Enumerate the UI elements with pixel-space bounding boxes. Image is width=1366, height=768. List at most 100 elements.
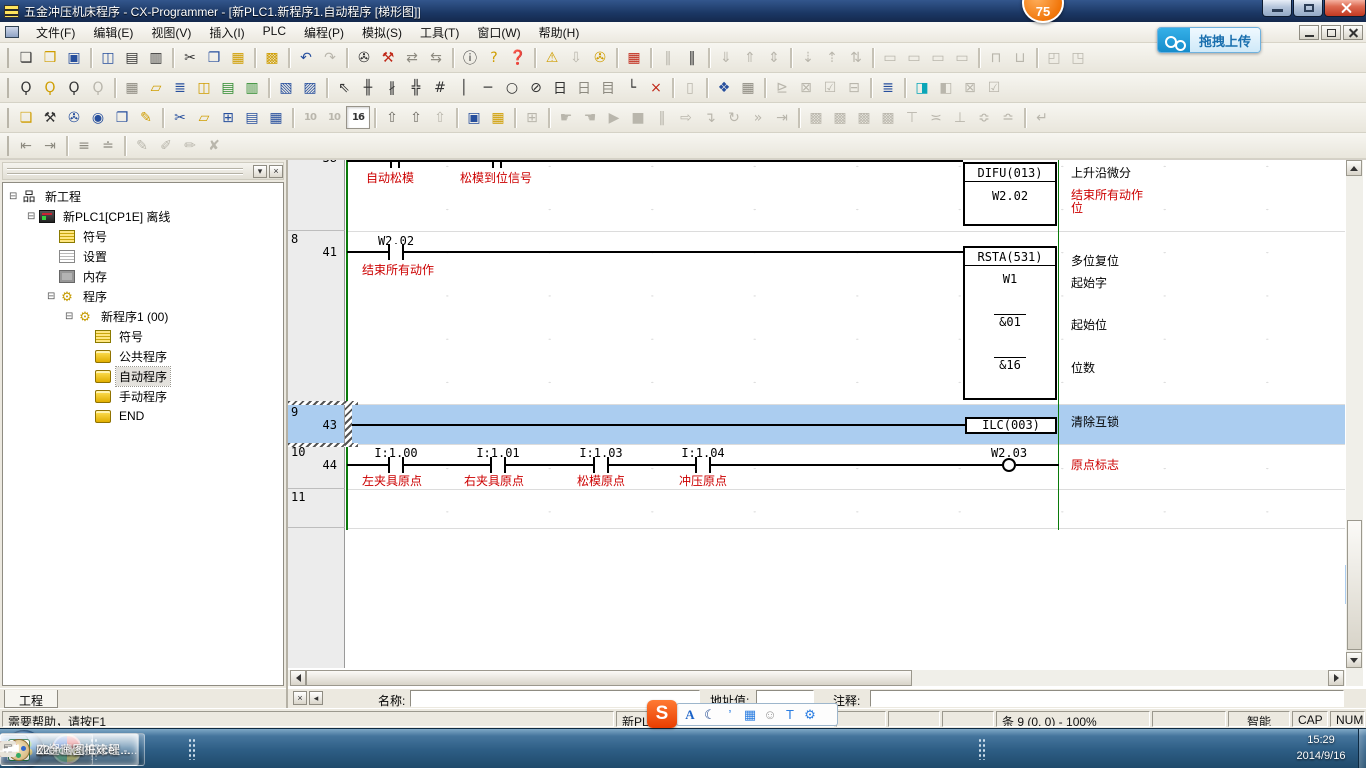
align-bottom-icon[interactable]: ⊥ [948,106,972,129]
mdi-close-button[interactable] [1343,25,1363,40]
instruction-invert-icon[interactable]: 日 [572,76,596,99]
delete-line-icon[interactable]: × [644,76,668,99]
signed-decimal-icon[interactable]: 10 [322,106,346,129]
block-operand[interactable]: W2.02 [965,189,1055,203]
sim-step-in-icon[interactable]: ↴ [698,106,722,129]
online-compile-icon[interactable]: ⇩ [564,46,588,69]
menu-insert[interactable]: 插入(I) [200,21,253,44]
grid-icon[interactable]: ▦ [120,76,144,99]
address-comment-icon[interactable]: ▱ [192,106,216,129]
online-edit-icon[interactable]: ◰ [1042,46,1066,69]
return-icon[interactable]: ↵ [1030,106,1054,129]
transfer-settings-icon[interactable]: ⊞ [520,106,544,129]
decimal-display-icon[interactable]: 10 [298,106,322,129]
project-window-icon[interactable]: ❏ [14,106,38,129]
tree-item-memory[interactable]: 内存 [3,266,283,286]
close-button[interactable] [1324,0,1366,17]
watch-window-icon[interactable]: ◨ [910,76,934,99]
context-help-icon[interactable]: ❓ [506,46,530,69]
watch-build-icon[interactable]: ✇ [62,106,86,129]
cut-icon[interactable]: ✂ [178,46,202,69]
contact-no[interactable] [388,457,404,473]
rung-list-icon[interactable]: ≣ [168,76,192,99]
instruction-icon[interactable]: 日 [548,76,572,99]
ime-tools-icon[interactable]: ⚙ [801,706,819,724]
minimize-button[interactable] [1262,0,1292,17]
tree-expander-icon[interactable]: ⊟ [47,291,59,302]
monitor-window-icon[interactable]: ▦ [264,106,288,129]
distribute-v-icon[interactable]: ≎ [972,106,996,129]
tree-expander-icon[interactable]: ⊟ [9,191,21,202]
zoom-in-icon[interactable]: Ϙ [62,76,86,99]
sim-to-break-icon[interactable]: ⇥ [770,106,794,129]
print-preview-icon[interactable]: ▥ [144,46,168,69]
tray-separator[interactable] [978,738,986,760]
find-address-icon[interactable]: ⇄ [400,46,424,69]
or-contact-nc-icon[interactable]: # [428,76,452,99]
drag-upload-button[interactable]: 拖拽上传 [1157,27,1261,53]
instruction-block-ilc[interactable]: ILC(003) [965,417,1057,434]
mdi-restore-button[interactable] [1321,25,1341,40]
rung-wrap-icon[interactable]: ▤ [240,106,264,129]
align-top-icon[interactable]: ⊤ [900,106,924,129]
menu-tools[interactable]: 工具(T) [411,21,468,44]
save-file-icon[interactable]: ▣ [62,46,86,69]
show-desktop-button[interactable] [1358,729,1366,768]
toolbar-grip[interactable] [7,108,10,128]
rung-margin-cell[interactable]: 8 41 [288,231,345,404]
horizontal-line-icon[interactable]: ─ [476,76,500,99]
find-symbol-icon[interactable]: ⇆ [424,46,448,69]
contact-no[interactable] [490,457,506,473]
zoom-fit-icon[interactable]: Ϙ [86,76,110,99]
cross-reference-icon[interactable]: ✂ [168,106,192,129]
io-table-icon[interactable]: ⊞ [216,106,240,129]
run-mode-icon[interactable]: ▭ [878,46,902,69]
ime-mode-icon[interactable]: A [681,706,699,724]
sim-stop-icon[interactable]: ■ [626,106,650,129]
sim-run-icon[interactable]: ▶ [602,106,626,129]
vertical-line-icon[interactable]: │ [452,76,476,99]
compare-with-plc-icon[interactable]: ⇕ [762,46,786,69]
instruction-block-rsta[interactable]: RSTA(531) W1 &01 &16 [963,246,1057,400]
go-to-rung-icon[interactable]: ⇧ [380,106,404,129]
tray-network-icon[interactable]: ▁▃▅▇ [0,741,16,757]
about-icon[interactable]: ⓘ [458,46,482,69]
sim-step-icon[interactable]: ⇨ [674,106,698,129]
sogou-ime-logo[interactable]: S [647,700,677,728]
upload-from-plc-icon[interactable]: ⇑ [738,46,762,69]
zoom-out-icon[interactable]: Ϙ [14,76,38,99]
sim-step-over-icon[interactable]: ↻ [722,106,746,129]
debug-mode-icon[interactable]: ▭ [926,46,950,69]
menu-program[interactable]: 编程(P) [295,21,353,44]
tree-item-common-program[interactable]: 公共程序 [3,346,283,366]
mdi-document-icon[interactable] [5,26,19,38]
io-monitor1-icon[interactable]: ▩ [804,106,828,129]
force-set-icon[interactable]: ☑ [818,76,842,99]
scroll-left-arrow[interactable] [290,670,306,686]
symbol-table-icon[interactable]: ▤ [216,76,240,99]
edit-rung1-icon[interactable]: ✎ [130,134,154,157]
output-window-icon[interactable]: ❐ [110,106,134,129]
comment-input[interactable] [870,690,1344,707]
contact-no[interactable] [593,457,609,473]
outdent-rung-icon[interactable]: ⇤ [14,134,38,157]
sim-pause2-icon[interactable]: ☚ [578,106,602,129]
tree-expander-icon[interactable]: ⊟ [65,311,77,322]
edit-rung3-icon[interactable]: ✏ [178,134,202,157]
find-icon[interactable]: ✇ [352,46,376,69]
toolbar-grip[interactable] [7,48,10,68]
ime-punct-icon[interactable]: ’ [721,706,739,724]
rung-margin-cell[interactable]: 11 [288,489,345,528]
panel-close-icon[interactable]: × [269,165,283,178]
sim-pause1-icon[interactable]: ☛ [554,106,578,129]
edit-rung4-icon[interactable]: ✘ [202,134,226,157]
io-comment-view-icon[interactable]: ◫ [192,76,216,99]
force-cancel-icon[interactable]: ⊟ [842,76,866,99]
plc-settings-icon[interactable]: ▦ [486,106,510,129]
differential-monitor-icon[interactable]: ⊓ [984,46,1008,69]
tree-item-plc[interactable]: ⊟ 新PLC1[CP1E] 离线 [3,206,283,226]
local-symbol-icon[interactable]: ▥ [240,76,264,99]
align-contacts-icon[interactable]: ≐ [96,134,120,157]
instruction-block-difu[interactable]: DIFU(013) W2.02 [963,162,1057,226]
go-to-next-icon[interactable]: ⇧ [404,106,428,129]
